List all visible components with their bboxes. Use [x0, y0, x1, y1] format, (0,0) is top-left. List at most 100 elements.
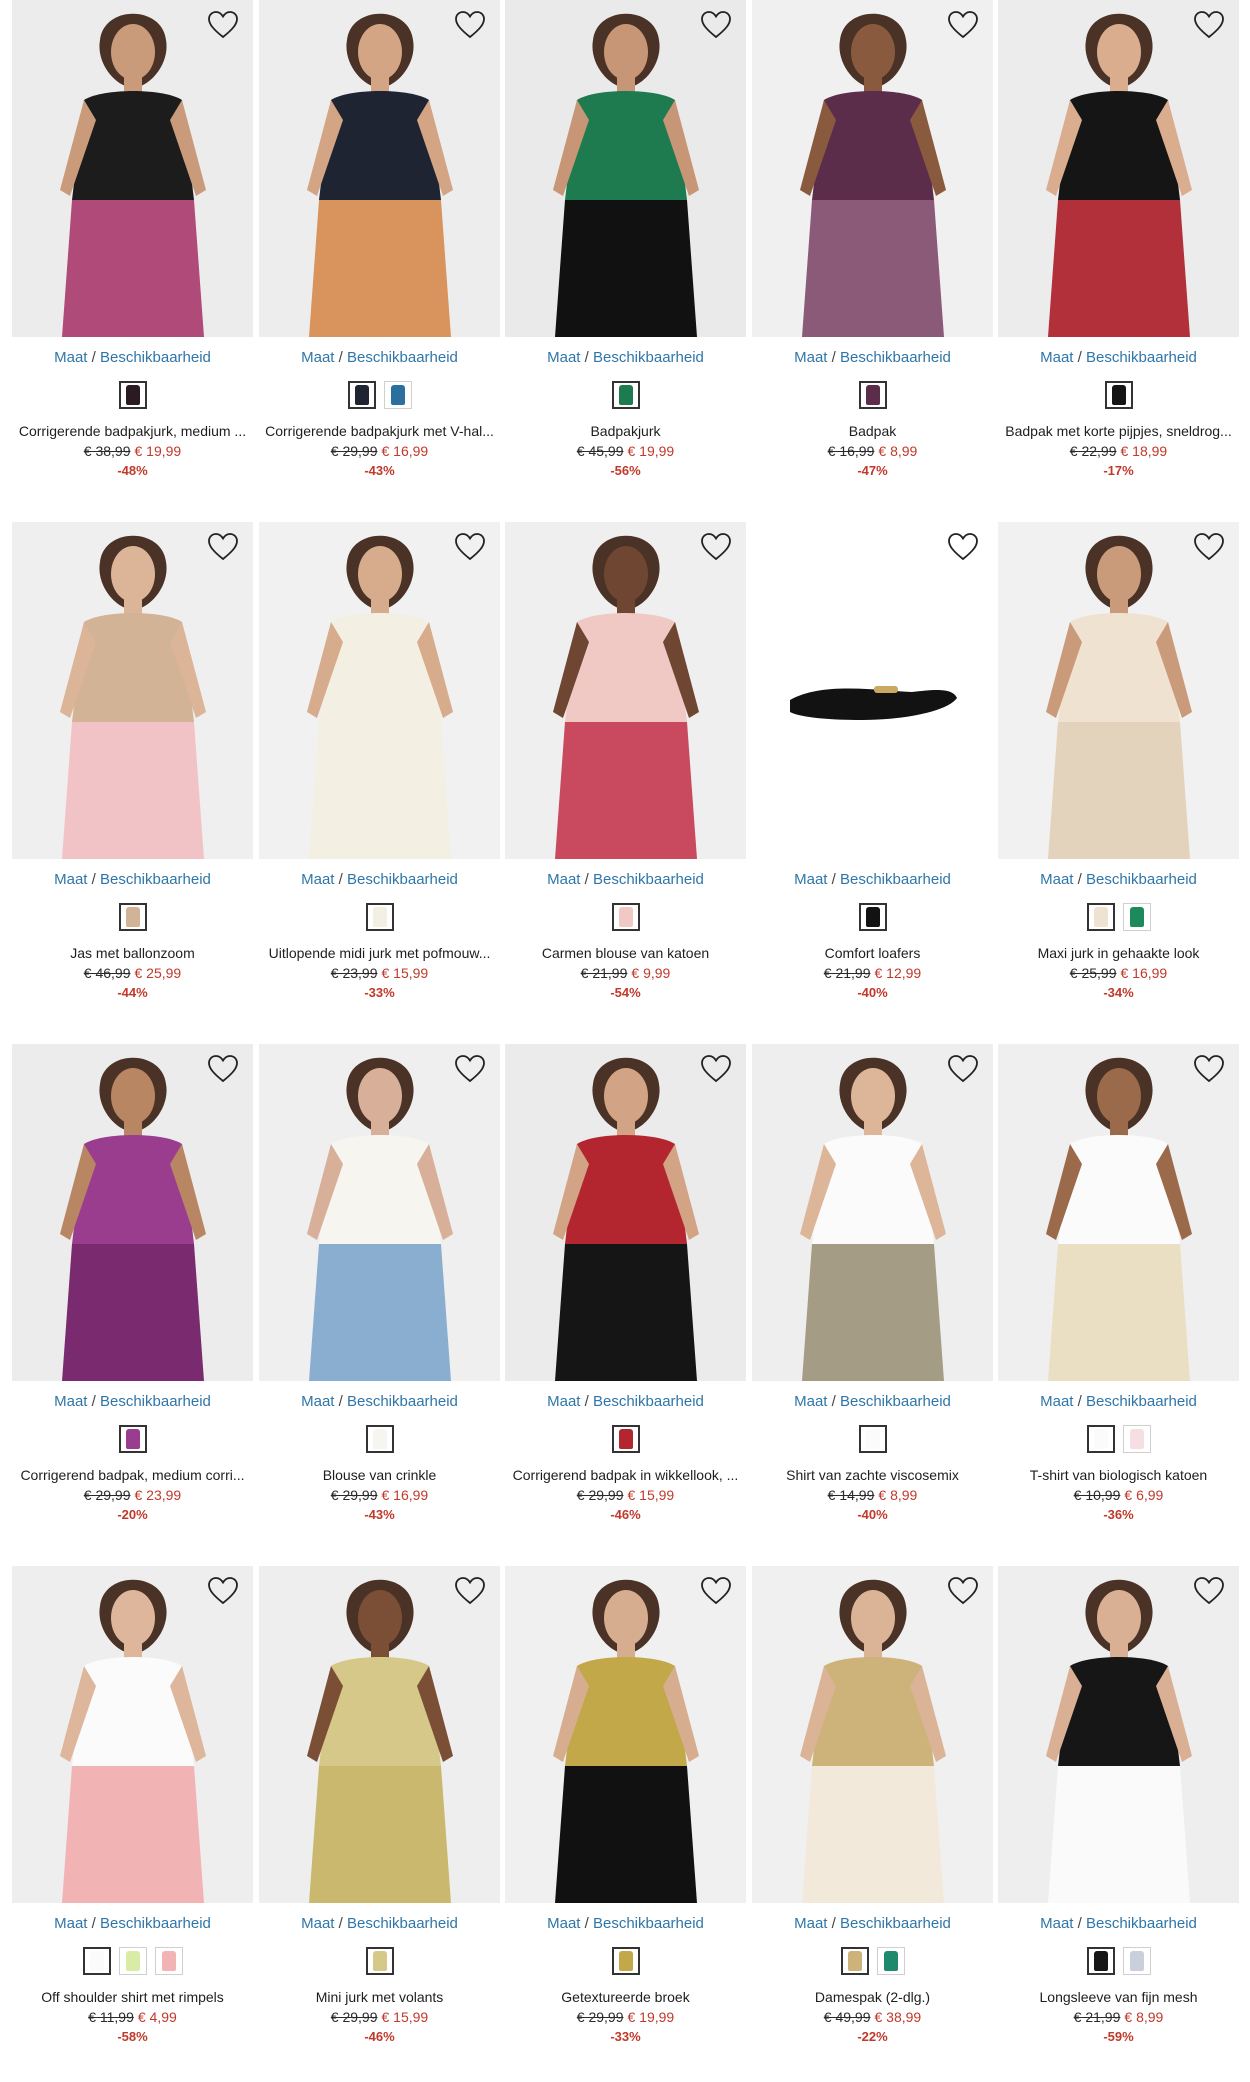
product-card[interactable]: Maat / Beschikbaarheid Uitlopende midi ju… [259, 522, 500, 1000]
product-name[interactable]: Comfort loafers [752, 945, 993, 961]
size-availability-link[interactable]: Maat / Beschikbaarheid [505, 1393, 746, 1410]
color-swatch[interactable] [118, 381, 147, 409]
product-name[interactable]: Shirt van zachte viscosemix [752, 1467, 993, 1483]
product-photo[interactable] [505, 1566, 746, 1903]
product-name[interactable]: Corrigerend badpak, medium corri... [12, 1467, 253, 1483]
color-swatch[interactable] [347, 381, 376, 409]
availability-link[interactable]: Beschikbaarheid [1086, 1915, 1197, 1932]
heart-icon[interactable] [207, 532, 239, 562]
product-name[interactable]: Mini jurk met volants [259, 1989, 500, 2005]
size-availability-link[interactable]: Maat / Beschikbaarheid [752, 1915, 993, 1932]
size-link[interactable]: Maat [54, 349, 87, 366]
product-name[interactable]: Corrigerend badpak in wikkellook, ... [505, 1467, 746, 1483]
size-availability-link[interactable]: Maat / Beschikbaarheid [259, 1915, 500, 1932]
color-swatch[interactable] [365, 1947, 394, 1975]
product-image[interactable] [998, 1566, 1239, 1903]
color-swatch[interactable] [1086, 1425, 1115, 1453]
heart-icon[interactable] [207, 10, 239, 40]
color-swatch[interactable] [118, 1425, 147, 1453]
heart-icon[interactable] [454, 532, 486, 562]
availability-link[interactable]: Beschikbaarheid [347, 1393, 458, 1410]
heart-icon[interactable] [947, 1054, 979, 1084]
product-card[interactable]: Maat / Beschikbaarheid Shirt van zachte v… [752, 1044, 993, 1522]
size-link[interactable]: Maat [547, 871, 580, 888]
product-card[interactable]: Maat / Beschikbaarheid Badpak € 16,99 € 8,9… [752, 0, 993, 478]
heart-icon[interactable] [947, 10, 979, 40]
availability-link[interactable]: Beschikbaarheid [593, 1393, 704, 1410]
product-image[interactable] [259, 1566, 500, 1903]
size-link[interactable]: Maat [54, 1393, 87, 1410]
product-image[interactable] [752, 522, 993, 859]
product-card[interactable]: Maat / Beschikbaarheid Jas met ballonzoom… [12, 522, 253, 1000]
color-swatch[interactable] [1104, 381, 1133, 409]
product-photo[interactable] [505, 0, 746, 337]
product-card[interactable]: Maat / Beschikbaarheid Comfort loafers € 2… [752, 522, 993, 1000]
product-card[interactable]: Maat / Beschikbaarheid Damespak (2-dlg.) €… [752, 1566, 993, 2044]
product-image[interactable] [12, 522, 253, 859]
color-swatch[interactable] [611, 903, 640, 931]
product-name[interactable]: T-shirt van biologisch katoen [998, 1467, 1239, 1483]
size-availability-link[interactable]: Maat / Beschikbaarheid [12, 871, 253, 888]
size-availability-link[interactable]: Maat / Beschikbaarheid [998, 1915, 1239, 1932]
availability-link[interactable]: Beschikbaarheid [1086, 349, 1197, 366]
product-name[interactable]: Damespak (2-dlg.) [752, 1989, 993, 2005]
size-link[interactable]: Maat [547, 1393, 580, 1410]
availability-link[interactable]: Beschikbaarheid [347, 349, 458, 366]
product-name[interactable]: Badpak [752, 423, 993, 439]
product-card[interactable]: Maat / Beschikbaarheid Blouse van crinkle… [259, 1044, 500, 1522]
size-availability-link[interactable]: Maat / Beschikbaarheid [505, 349, 746, 366]
heart-icon[interactable] [947, 532, 979, 562]
size-link[interactable]: Maat [794, 1393, 827, 1410]
availability-link[interactable]: Beschikbaarheid [1086, 1393, 1197, 1410]
size-availability-link[interactable]: Maat / Beschikbaarheid [12, 1393, 253, 1410]
size-availability-link[interactable]: Maat / Beschikbaarheid [752, 871, 993, 888]
availability-link[interactable]: Beschikbaarheid [100, 349, 211, 366]
product-name[interactable]: Maxi jurk in gehaakte look [998, 945, 1239, 961]
availability-link[interactable]: Beschikbaarheid [593, 871, 704, 888]
availability-link[interactable]: Beschikbaarheid [347, 1915, 458, 1932]
product-image[interactable] [752, 0, 993, 337]
product-image[interactable] [12, 1044, 253, 1381]
heart-icon[interactable] [1193, 532, 1225, 562]
size-link[interactable]: Maat [794, 871, 827, 888]
size-link[interactable]: Maat [301, 871, 334, 888]
color-swatch[interactable] [365, 1425, 394, 1453]
size-link[interactable]: Maat [54, 1915, 87, 1932]
product-photo[interactable] [998, 1044, 1239, 1381]
product-photo[interactable] [259, 0, 500, 337]
heart-icon[interactable] [454, 10, 486, 40]
size-link[interactable]: Maat [794, 349, 827, 366]
product-name[interactable]: Getextureerde broek [505, 1989, 746, 2005]
product-image[interactable] [998, 522, 1239, 859]
product-photo[interactable] [12, 1044, 253, 1381]
size-availability-link[interactable]: Maat / Beschikbaarheid [505, 1915, 746, 1932]
product-card[interactable]: Maat / Beschikbaarheid T-shirt van biolog… [998, 1044, 1239, 1522]
product-image[interactable] [505, 0, 746, 337]
size-link[interactable]: Maat [1040, 1915, 1073, 1932]
size-availability-link[interactable]: Maat / Beschikbaarheid [12, 349, 253, 366]
availability-link[interactable]: Beschikbaarheid [840, 1393, 951, 1410]
product-card[interactable]: Maat / Beschikbaarheid Getextureerde broe… [505, 1566, 746, 2044]
color-swatch[interactable] [1122, 1425, 1151, 1453]
size-availability-link[interactable]: Maat / Beschikbaarheid [998, 871, 1239, 888]
availability-link[interactable]: Beschikbaarheid [100, 1393, 211, 1410]
product-photo[interactable] [998, 1566, 1239, 1903]
product-card[interactable]: Maat / Beschikbaarheid Longsleeve van fij… [998, 1566, 1239, 2044]
product-photo[interactable] [752, 1566, 993, 1903]
color-swatch[interactable] [383, 381, 412, 409]
heart-icon[interactable] [700, 1054, 732, 1084]
product-card[interactable]: Maat / Beschikbaarheid Corrigerend badpak… [505, 1044, 746, 1522]
availability-link[interactable]: Beschikbaarheid [840, 1915, 951, 1932]
availability-link[interactable]: Beschikbaarheid [100, 871, 211, 888]
product-card[interactable]: Maat / Beschikbaarheid Maxi jurk in gehaa… [998, 522, 1239, 1000]
color-swatch[interactable] [611, 1425, 640, 1453]
product-name[interactable]: Carmen blouse van katoen [505, 945, 746, 961]
size-availability-link[interactable]: Maat / Beschikbaarheid [12, 1915, 253, 1932]
product-card[interactable]: Maat / Beschikbaarheid Corrigerende badpa… [259, 0, 500, 478]
color-swatch[interactable] [611, 1947, 640, 1975]
product-image[interactable] [505, 1566, 746, 1903]
color-swatch[interactable] [858, 381, 887, 409]
product-image[interactable] [752, 1044, 993, 1381]
heart-icon[interactable] [454, 1576, 486, 1606]
availability-link[interactable]: Beschikbaarheid [840, 349, 951, 366]
